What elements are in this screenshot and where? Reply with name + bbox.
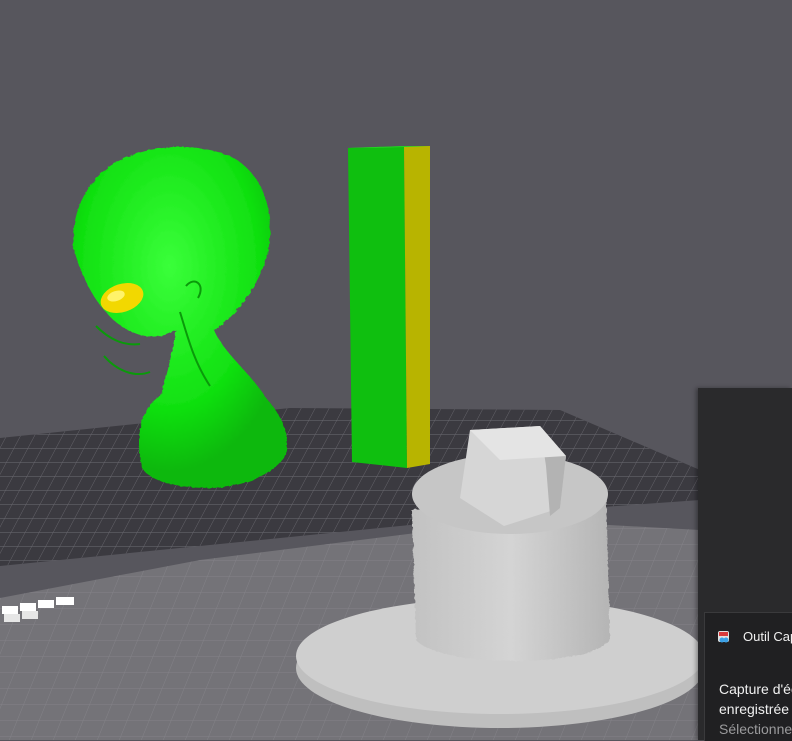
notification-toast[interactable]: Outil Capture d'écran Capture d'écran co… [704,612,792,741]
scene-canvas[interactable] [0,0,792,740]
rectangular-pillar[interactable] [348,146,430,468]
notification-header: Outil Capture d'écran [717,629,792,644]
notification-line-3: Sélectionnez ici pour annoter et partage… [719,721,792,737]
notification-body: Capture d'écran copiée dans le Presse-pa… [719,679,792,739]
notification-app-name: Outil Capture d'écran [743,629,792,644]
notification-line-2: enregistrée automatiquement dans le doss… [719,701,792,717]
snipping-tool-icon [717,630,731,644]
notification-line-1: Capture d'écran copiée dans le Presse-pa… [719,681,792,697]
3d-viewport[interactable] [0,0,792,740]
